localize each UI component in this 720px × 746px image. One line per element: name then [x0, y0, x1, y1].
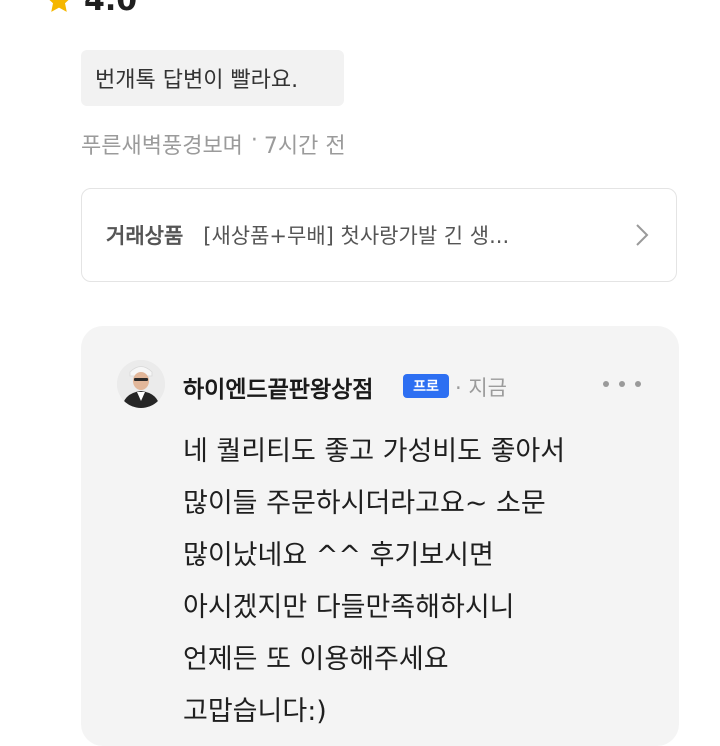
pro-badge: 프로 [403, 374, 449, 398]
review-author[interactable]: 푸른새벽풍경보며 [81, 128, 243, 160]
product-name: [새상품+무배] 첫사랑가발 긴 생... [203, 224, 510, 248]
reply-line: 많이났네요 ^^ 후기보시면 [183, 540, 494, 571]
star-icon [49, 0, 69, 12]
avatar[interactable] [117, 360, 165, 408]
rating-value: 4.0 [84, 0, 138, 18]
review-rating: 4.0 [44, 0, 137, 16]
meta-separator: · [250, 128, 258, 153]
reply-line: 네 퀄리티도 좋고 가성비도 좋아서 [183, 436, 566, 467]
reply-line: 아시겠지만 다들만족해하시니 [183, 592, 515, 623]
seller-reply: 하이엔드끝판왕상점 프로 · 지금 네 퀄리티도 좋고 가성비도 좋아서 많이들… [81, 326, 679, 746]
review-time: 7시간 전 [263, 134, 346, 159]
seller-name[interactable]: 하이엔드끝판왕상점 [183, 370, 373, 404]
product-label: 거래상품 [106, 224, 184, 248]
chevron-right-icon [636, 224, 649, 246]
reply-line: 고맙습니다:) [183, 696, 327, 727]
reply-message: 네 퀄리티도 좋고 가성비도 좋아서 많이들 주문하시더라고요~ 소문 많이났네… [183, 426, 653, 738]
product-card[interactable]: 거래상품 [새상품+무배] 첫사랑가발 긴 생... [81, 188, 677, 282]
reply-line: 많이들 주문하시더라고요~ 소문 [183, 488, 546, 519]
reply-line: 언제든 또 이용해주세요 [183, 644, 449, 675]
review-meta: 푸른새벽풍경보며 · 7시간 전 [81, 128, 346, 160]
seller-avatar-image [117, 360, 165, 408]
more-options-icon[interactable] [600, 374, 644, 394]
review-tag-chip: 번개톡 답변이 빨라요. [81, 50, 344, 106]
reply-time: · 지금 [455, 376, 507, 400]
